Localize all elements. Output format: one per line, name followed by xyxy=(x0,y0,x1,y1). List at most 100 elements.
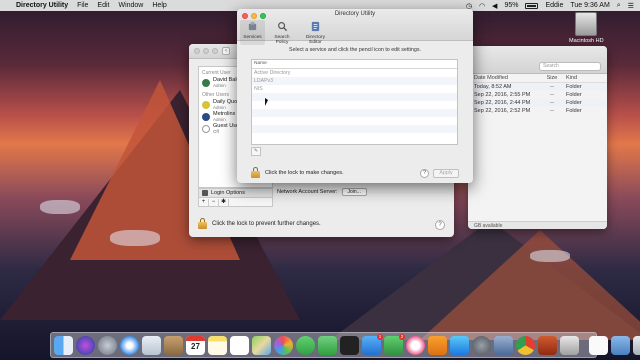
itunes-icon[interactable] xyxy=(406,335,425,355)
remove-user-button[interactable]: − xyxy=(209,198,219,206)
snow-patch xyxy=(110,230,160,246)
col-kind[interactable]: Kind xyxy=(562,75,592,81)
service-row-nis[interactable]: NIS xyxy=(252,85,457,93)
avatar xyxy=(202,79,210,87)
maps-icon[interactable] xyxy=(252,335,271,355)
tab-services[interactable]: Services xyxy=(240,20,265,45)
safari-icon[interactable] xyxy=(120,335,139,355)
du-lock-row: Click the lock to make changes. xyxy=(251,167,344,178)
terminal-icon[interactable] xyxy=(340,335,359,355)
lock-icon[interactable] xyxy=(251,167,260,178)
login-options-item[interactable]: Login Options xyxy=(198,188,273,198)
messages-icon[interactable] xyxy=(296,335,315,355)
notification-badge: 2 xyxy=(399,333,405,340)
apply-button[interactable]: Apply xyxy=(433,169,459,178)
wifi-icon[interactable]: ◠ xyxy=(479,2,485,10)
gear-icon[interactable]: ✱ xyxy=(219,198,229,206)
table-row[interactable]: Sep 22, 2016, 2:55 PM -- Folder xyxy=(468,91,607,99)
directory-utility-icon[interactable] xyxy=(494,335,513,355)
help-button[interactable]: ? xyxy=(420,169,429,178)
lock-text: Click the lock to prevent further change… xyxy=(212,220,321,227)
chrome-icon[interactable] xyxy=(516,335,535,355)
add-user-button[interactable]: + xyxy=(199,198,209,206)
network-account-server: Network Account Server: Join... xyxy=(277,188,367,196)
login-options-label: Login Options xyxy=(211,190,245,196)
launchpad-icon[interactable] xyxy=(98,335,117,355)
menu-help[interactable]: Help xyxy=(152,2,166,9)
preview-icon[interactable] xyxy=(560,335,579,355)
calendar-day: 27 xyxy=(191,341,200,351)
mail-icon[interactable] xyxy=(142,335,161,355)
service-row-ldapv3[interactable]: LDAPv3 xyxy=(252,77,457,85)
lock-icon[interactable] xyxy=(198,218,207,229)
back-button[interactable]: ‹ xyxy=(222,47,230,55)
menu-window[interactable]: Window xyxy=(118,2,143,9)
volume-icon[interactable]: ◀ xyxy=(492,2,497,10)
app-store-icon[interactable] xyxy=(450,335,469,355)
row-date: Sep 22, 2016, 2:44 PM xyxy=(474,100,531,106)
notes-icon[interactable] xyxy=(208,335,227,355)
help-button[interactable]: ? xyxy=(435,220,445,230)
row-size: -- xyxy=(550,108,554,114)
siri-icon[interactable] xyxy=(76,335,95,355)
macintosh-hd-desktop-icon[interactable]: Macintosh HD xyxy=(569,12,604,44)
table-row[interactable]: Sep 22, 2016, 2:44 PM -- Folder xyxy=(468,99,607,107)
close-button[interactable] xyxy=(194,48,200,54)
notification-center-icon[interactable]: ☰ xyxy=(628,2,634,10)
calendar-icon[interactable]: 27 xyxy=(186,335,205,355)
app-icon[interactable] xyxy=(538,335,557,355)
status-area: ◷ ◠ ◀ 95% Eddie Tue 9:36 AM ⌕ ☰ xyxy=(466,2,634,10)
facetime-icon[interactable] xyxy=(318,335,337,355)
finder-icon[interactable] xyxy=(54,335,73,355)
trash-icon[interactable] xyxy=(633,335,640,355)
services-table: Name Active Directory LDAPv3 NIS xyxy=(251,59,458,145)
row-date: Sep 22, 2016, 2:52 PM xyxy=(474,108,531,114)
tab-directory-editor[interactable]: Directory Editor xyxy=(299,20,332,45)
ibooks-icon[interactable] xyxy=(428,335,447,355)
directory-editor-icon xyxy=(311,21,320,32)
services-header[interactable]: Name xyxy=(252,60,457,69)
col-date-modified[interactable]: Date Modified xyxy=(474,75,542,81)
menu-file[interactable]: File xyxy=(77,2,88,9)
document-icon[interactable] xyxy=(589,335,608,355)
search-policy-icon xyxy=(277,22,287,32)
row-kind: Folder xyxy=(566,92,582,98)
row-date: Today, 8:52 AM xyxy=(474,84,512,90)
join-button[interactable]: Join... xyxy=(341,188,367,196)
table-row[interactable]: Sep 22, 2016, 2:52 PM -- Folder xyxy=(468,107,607,115)
row-size: -- xyxy=(550,92,554,98)
row-size: -- xyxy=(550,100,554,106)
downloads-folder-icon[interactable] xyxy=(611,335,630,355)
system-preferences-icon[interactable] xyxy=(472,335,491,355)
notification-badge: 1 xyxy=(377,333,383,340)
photos-icon[interactable] xyxy=(274,335,293,355)
menu-edit[interactable]: Edit xyxy=(97,2,109,9)
avatar xyxy=(202,101,210,109)
reminders-icon[interactable] xyxy=(230,335,249,355)
finder-column-header: Date Modified Size Kind xyxy=(468,74,607,83)
facetime-badge-app-icon[interactable]: 2 xyxy=(384,333,405,355)
table-row[interactable]: Today, 8:52 AM -- Folder xyxy=(468,83,607,91)
service-row-active-directory[interactable]: Active Directory xyxy=(252,69,457,77)
tab-search-policy[interactable]: Search Policy xyxy=(268,20,296,45)
app-menu[interactable]: Directory Utility xyxy=(16,2,68,9)
contacts-icon[interactable] xyxy=(164,335,183,355)
instruction-text: Select a service and click the pencil ic… xyxy=(289,47,421,53)
row-date: Sep 22, 2016, 2:55 PM xyxy=(474,92,531,98)
empty-row xyxy=(252,125,457,133)
finder-search-input[interactable]: Search xyxy=(539,62,601,71)
spotlight-icon[interactable]: ⌕ xyxy=(617,2,621,10)
tab-label: Services xyxy=(243,35,262,40)
col-size[interactable]: Size xyxy=(542,75,562,81)
clock[interactable]: Tue 9:36 AM xyxy=(570,2,609,9)
finder-status-bar: GB available xyxy=(468,221,607,229)
zoom-button[interactable] xyxy=(212,48,218,54)
messages-badge-app-icon[interactable]: 1 xyxy=(362,333,383,355)
minimize-button[interactable] xyxy=(203,48,209,54)
user-name[interactable]: Eddie xyxy=(545,2,563,9)
battery-icon[interactable] xyxy=(525,2,539,9)
finder-toolbar: Search xyxy=(468,46,607,74)
battery-percent[interactable]: 95% xyxy=(504,2,518,9)
edit-pencil-button[interactable]: ✎ xyxy=(251,147,261,156)
mouse-pointer-icon xyxy=(265,98,268,106)
